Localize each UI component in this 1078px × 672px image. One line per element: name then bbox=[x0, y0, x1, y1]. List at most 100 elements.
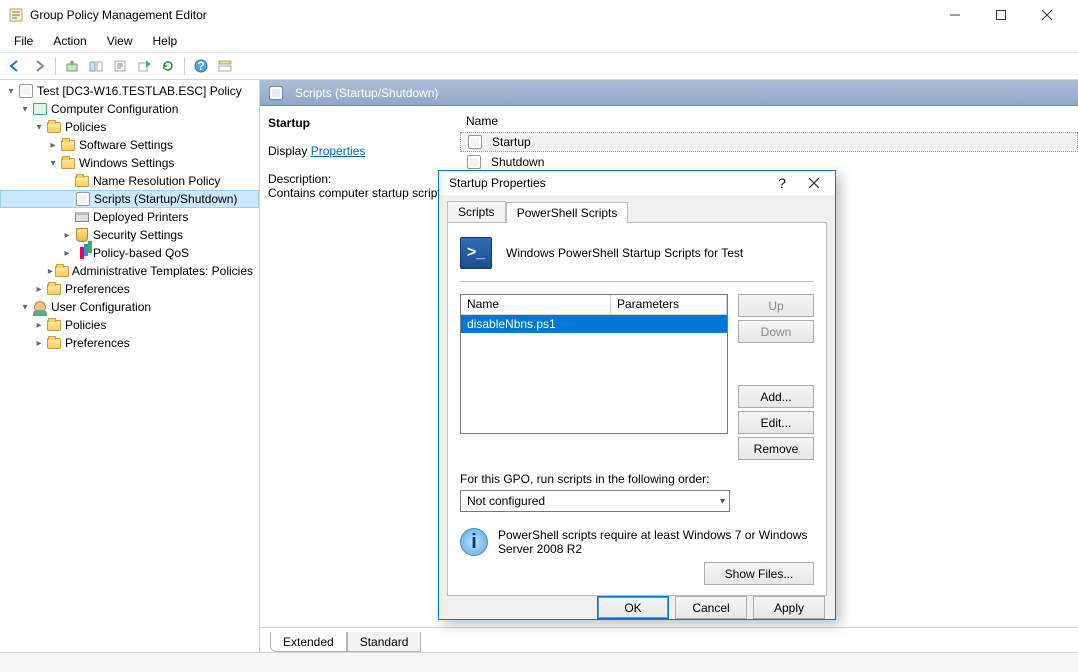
computer-icon bbox=[32, 101, 48, 117]
tab-scripts[interactable]: Scripts bbox=[447, 201, 506, 222]
dialog-help-button[interactable]: ? bbox=[767, 171, 797, 195]
folder-icon bbox=[60, 137, 76, 153]
svg-text:?: ? bbox=[197, 59, 204, 73]
forward-button[interactable] bbox=[28, 55, 50, 77]
chevron-down-icon[interactable]: ▾ bbox=[18, 104, 32, 115]
close-button[interactable] bbox=[1024, 0, 1070, 30]
tree-user-configuration[interactable]: ▾User Configuration bbox=[0, 298, 259, 316]
cancel-button[interactable]: Cancel bbox=[675, 596, 747, 619]
tree-computer-configuration[interactable]: ▾Computer Configuration bbox=[0, 100, 259, 118]
tree-qos[interactable]: ▸Policy-based QoS bbox=[0, 244, 259, 262]
chevron-down-icon[interactable]: ▾ bbox=[4, 86, 18, 97]
show-hide-button[interactable] bbox=[85, 55, 107, 77]
scripts-icon bbox=[75, 191, 91, 207]
tree-security-settings[interactable]: ▸Security Settings bbox=[0, 226, 259, 244]
startup-properties-dialog: Startup Properties ? Scripts PowerShell … bbox=[438, 170, 836, 620]
list-item-startup[interactable]: Startup bbox=[460, 132, 1078, 152]
tree-windows-settings[interactable]: ▾Windows Settings bbox=[0, 154, 259, 172]
chevron-down-icon[interactable]: ▾ bbox=[32, 122, 46, 133]
result-header: Scripts (Startup/Shutdown) bbox=[260, 80, 1078, 106]
chevron-right-icon[interactable]: ▸ bbox=[46, 140, 60, 151]
edit-button[interactable]: Edit... bbox=[738, 411, 814, 434]
tree-name-resolution-policy[interactable]: Name Resolution Policy bbox=[0, 172, 259, 190]
minimize-button[interactable] bbox=[932, 0, 978, 30]
app-icon bbox=[8, 7, 24, 23]
tab-powershell-scripts[interactable]: PowerShell Scripts bbox=[506, 202, 629, 223]
add-button[interactable]: Add... bbox=[738, 385, 814, 408]
help-button[interactable]: ? bbox=[190, 55, 212, 77]
menu-view[interactable]: View bbox=[99, 32, 141, 50]
order-value: Not configured bbox=[467, 494, 545, 508]
down-button[interactable]: Down bbox=[738, 320, 814, 343]
chevron-right-icon[interactable]: ▸ bbox=[60, 248, 74, 259]
info-text: PowerShell scripts require at least Wind… bbox=[498, 528, 814, 556]
tree-software-settings[interactable]: ▸Software Settings bbox=[0, 136, 259, 154]
menu-action[interactable]: Action bbox=[45, 32, 94, 50]
column-header-name[interactable]: Name bbox=[461, 295, 611, 315]
description-text: Contains computer startup scripts. bbox=[268, 186, 452, 200]
detail-heading: Startup bbox=[268, 116, 452, 130]
column-header-parameters[interactable]: Parameters bbox=[611, 295, 727, 315]
script-list[interactable]: Name Parameters disableNbns.ps1 bbox=[460, 294, 728, 434]
back-button[interactable] bbox=[4, 55, 26, 77]
order-combobox[interactable]: Not configured ▾ bbox=[460, 490, 730, 512]
tree-admin-templates[interactable]: ▸Administrative Templates: Policies bbox=[0, 262, 259, 280]
chevron-right-icon[interactable]: ▸ bbox=[46, 266, 55, 277]
dialog-header-text: Windows PowerShell Startup Scripts for T… bbox=[506, 246, 743, 260]
menu-file[interactable]: File bbox=[6, 32, 41, 50]
order-label: For this GPO, run scripts in the followi… bbox=[460, 472, 814, 486]
detail-panel: Startup Display Properties Description: … bbox=[260, 106, 460, 627]
script-item-icon bbox=[467, 134, 483, 150]
security-icon bbox=[74, 227, 90, 243]
ok-button[interactable]: OK bbox=[597, 596, 669, 619]
chevron-right-icon[interactable]: ▸ bbox=[32, 338, 46, 349]
export-button[interactable] bbox=[133, 55, 155, 77]
maximize-button[interactable] bbox=[978, 0, 1024, 30]
printer-icon bbox=[74, 209, 90, 225]
properties-button[interactable] bbox=[109, 55, 131, 77]
tab-standard[interactable]: Standard bbox=[347, 632, 422, 652]
dialog-close-button[interactable] bbox=[799, 171, 829, 195]
user-icon bbox=[32, 299, 48, 315]
console-tree[interactable]: ▾Test [DC3-W16.TESTLAB.ESC] Policy ▾Comp… bbox=[0, 80, 260, 652]
tree-root[interactable]: ▾Test [DC3-W16.TESTLAB.ESC] Policy bbox=[0, 82, 259, 100]
qos-icon bbox=[74, 245, 90, 261]
chevron-down-icon[interactable]: ▾ bbox=[18, 302, 32, 313]
tree-policies[interactable]: ▾Policies bbox=[0, 118, 259, 136]
chevron-right-icon[interactable]: ▸ bbox=[32, 284, 46, 295]
apply-button[interactable]: Apply bbox=[753, 596, 825, 619]
chevron-down-icon[interactable]: ▾ bbox=[46, 158, 60, 169]
folder-icon bbox=[74, 173, 90, 189]
toolbar: ? bbox=[0, 52, 1078, 80]
folder-icon bbox=[46, 281, 62, 297]
display-label: Display bbox=[268, 144, 311, 158]
remove-button[interactable]: Remove bbox=[738, 437, 814, 460]
window-controls bbox=[932, 0, 1070, 30]
column-header-name[interactable]: Name bbox=[460, 110, 1078, 132]
up-level-button[interactable] bbox=[61, 55, 83, 77]
tree-scripts[interactable]: Scripts (Startup/Shutdown) bbox=[0, 190, 259, 208]
show-files-button[interactable]: Show Files... bbox=[704, 562, 814, 585]
refresh-button[interactable] bbox=[157, 55, 179, 77]
menu-help[interactable]: Help bbox=[145, 32, 186, 50]
folder-icon bbox=[55, 263, 69, 279]
view-tabs: Extended Standard bbox=[260, 628, 1078, 652]
tree-preferences[interactable]: ▸Preferences bbox=[0, 280, 259, 298]
filter-button[interactable] bbox=[214, 55, 236, 77]
dialog-title: Startup Properties bbox=[449, 176, 546, 190]
tree-deployed-printers[interactable]: Deployed Printers bbox=[0, 208, 259, 226]
tree-user-preferences[interactable]: ▸Preferences bbox=[0, 334, 259, 352]
tab-extended[interactable]: Extended bbox=[270, 632, 347, 652]
list-item-shutdown[interactable]: Shutdown bbox=[460, 152, 1078, 172]
description-label: Description: bbox=[268, 172, 452, 186]
chevron-right-icon[interactable]: ▸ bbox=[32, 320, 46, 331]
folder-icon bbox=[46, 335, 62, 351]
folder-icon bbox=[46, 119, 62, 135]
chevron-down-icon: ▾ bbox=[720, 496, 725, 507]
status-bar bbox=[0, 652, 1078, 672]
tree-user-policies[interactable]: ▸Policies bbox=[0, 316, 259, 334]
chevron-right-icon[interactable]: ▸ bbox=[60, 230, 74, 241]
script-row[interactable]: disableNbns.ps1 bbox=[461, 315, 727, 333]
properties-link[interactable]: Properties bbox=[311, 144, 366, 158]
up-button[interactable]: Up bbox=[738, 294, 814, 317]
